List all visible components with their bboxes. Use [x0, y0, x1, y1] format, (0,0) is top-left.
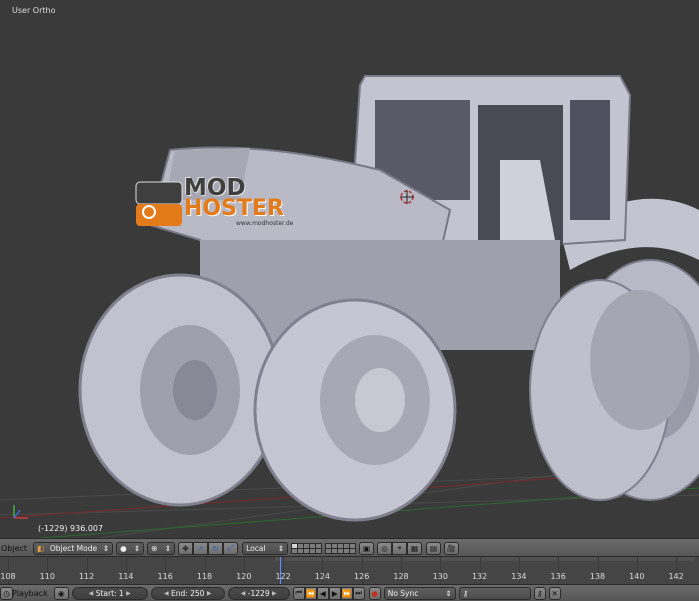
render-preview-icon[interactable]: ▤: [426, 541, 442, 555]
chevron-updown-icon: ⇕: [102, 543, 110, 553]
end-frame-label: End: 250: [170, 588, 205, 598]
timeline-scrollbar[interactable]: [275, 557, 695, 561]
layers-grid-b[interactable]: [325, 542, 357, 554]
camera-icon[interactable]: 🎥: [444, 541, 460, 555]
timeline-tick-label: 114: [118, 572, 134, 581]
keying-set-field[interactable]: ⚷: [458, 586, 531, 600]
view-label: User Ortho: [12, 6, 56, 15]
viewport-header: Object ◧ Object Mode ⇕ ● ⇕ ⊕ ⇕ ✥ ↗ ↻ ⤢ Loc…: [0, 538, 699, 557]
proportional-edit-icon[interactable]: ◎: [377, 541, 393, 555]
insert-keyframe-icon[interactable]: ⚷: [533, 586, 546, 600]
timeline-tick-label: 130: [432, 572, 448, 581]
watermark-logo: MOD HOSTER www.modhoster.de: [134, 175, 309, 230]
lock-layer-icon[interactable]: ▣: [359, 541, 375, 555]
snap-element-icon[interactable]: ▦: [407, 541, 423, 555]
timeline-tick-label: 136: [550, 572, 566, 581]
start-frame-field[interactable]: ◀ Start: 1 ▶: [71, 586, 148, 600]
timeline-tick-label: 132: [471, 572, 488, 581]
sync-label: No Sync: [387, 588, 419, 598]
manipulator-group: ✥ ↗ ↻ ⤢: [178, 541, 239, 555]
key-icon: ⚷: [462, 588, 469, 598]
record-icon[interactable]: ●: [368, 586, 381, 600]
timeline-tick-label: 118: [196, 572, 213, 581]
watermark-url: www.modhoster.de: [236, 220, 294, 227]
translate-icon[interactable]: ↗: [193, 541, 209, 555]
pivot-dropdown[interactable]: ⊕ ⇕: [147, 541, 176, 555]
object-menu[interactable]: Object: [1, 544, 27, 553]
timeline-tick-label: 126: [354, 572, 370, 581]
object-mode-icon: ◧: [37, 543, 45, 553]
play-reverse-icon[interactable]: ◀: [316, 586, 329, 600]
chevron-updown-icon: ⇕: [164, 543, 172, 553]
arrow-left-icon[interactable]: ◀: [89, 590, 94, 597]
arrow-left-icon[interactable]: ◀: [164, 590, 169, 597]
timeline[interactable]: 108 110 112 114 116 118 120 122 124 126 128 130 132 1…: [0, 556, 699, 585]
jump-start-icon[interactable]: ⏮: [292, 586, 305, 600]
current-frame-field[interactable]: ◀ -1229 ▶: [227, 586, 290, 600]
next-keyframe-icon[interactable]: ⏩: [340, 586, 353, 600]
delete-keyframe-icon[interactable]: ✕: [548, 586, 561, 600]
timeline-tick-label: 112: [78, 572, 95, 581]
watermark-hoster: HOSTER: [184, 196, 284, 221]
timeline-playhead[interactable]: [280, 557, 281, 585]
timeline-tick-label: 110: [39, 572, 55, 581]
arrow-right-icon[interactable]: ▶: [126, 590, 131, 597]
timeline-tick-label: 122: [275, 572, 291, 581]
arrow-right-icon[interactable]: ▶: [207, 590, 212, 597]
scale-icon[interactable]: ⤢: [223, 541, 239, 555]
arrow-right-icon[interactable]: ▶: [272, 590, 277, 597]
solid-shading-icon: ●: [120, 543, 127, 553]
transport-group: ⏮ ⏪ ◀ ▶ ⏩ ⏭: [292, 586, 365, 600]
3d-viewport[interactable]: User Ortho (-1229) 936.007 MOD HOSTER ww…: [0, 0, 699, 538]
timeline-tick-label: 134: [511, 572, 527, 581]
timeline-tick-label: 120: [236, 572, 252, 581]
frame-object-info: (-1229) 936.007: [38, 524, 104, 533]
shading-dropdown[interactable]: ● ⇕: [116, 541, 145, 555]
timeline-header: ◷ Playback ◉ ◀ Start: 1 ▶ ◀ End: 250 ▶ ◀…: [0, 584, 699, 601]
timeline-tick-label: 128: [393, 572, 409, 581]
orientation-dropdown[interactable]: Local ⇕: [242, 541, 289, 555]
timeline-tick-label: 142: [668, 572, 684, 581]
snap-icon[interactable]: ⌖: [392, 541, 408, 555]
use-range-icon[interactable]: ◉: [53, 586, 69, 600]
tractor-model-render: [0, 75, 699, 538]
snap-group: ◎ ⌖ ▦: [377, 541, 423, 555]
pivot-icon: ⊕: [151, 543, 158, 553]
play-icon[interactable]: ▶: [328, 586, 341, 600]
mode-label: Object Mode: [49, 543, 98, 553]
timeline-tick-label: 140: [629, 572, 645, 581]
chevron-updown-icon: ⇕: [445, 588, 452, 598]
prev-keyframe-icon[interactable]: ⏪: [304, 586, 317, 600]
orientation-label: Local: [246, 543, 266, 553]
chevron-updown-icon: ⇕: [277, 543, 285, 553]
playback-menu[interactable]: Playback: [12, 589, 48, 598]
timeline-tick-label: 138: [589, 572, 606, 581]
timeline-tick-label: 108: [0, 572, 16, 581]
rotate-icon[interactable]: ↻: [208, 541, 224, 555]
chevron-updown-icon: ⇕: [133, 543, 141, 553]
manipulator-toggle-icon[interactable]: ✥: [178, 541, 194, 555]
start-frame-label: Start: 1: [95, 588, 124, 598]
modhoster-logo-icon: [135, 181, 183, 226]
timeline-tick-label: 124: [314, 572, 331, 581]
mode-dropdown[interactable]: ◧ Object Mode ⇕: [33, 541, 114, 555]
sync-dropdown[interactable]: No Sync ⇕: [383, 586, 456, 600]
timeline-tick-label: 116: [157, 572, 173, 581]
layers-grid-a[interactable]: [291, 542, 323, 554]
end-frame-field[interactable]: ◀ End: 250 ▶: [150, 586, 225, 600]
arrow-left-icon[interactable]: ◀: [241, 590, 246, 597]
jump-end-icon[interactable]: ⏭: [352, 586, 365, 600]
current-frame-label: -1229: [247, 588, 270, 598]
